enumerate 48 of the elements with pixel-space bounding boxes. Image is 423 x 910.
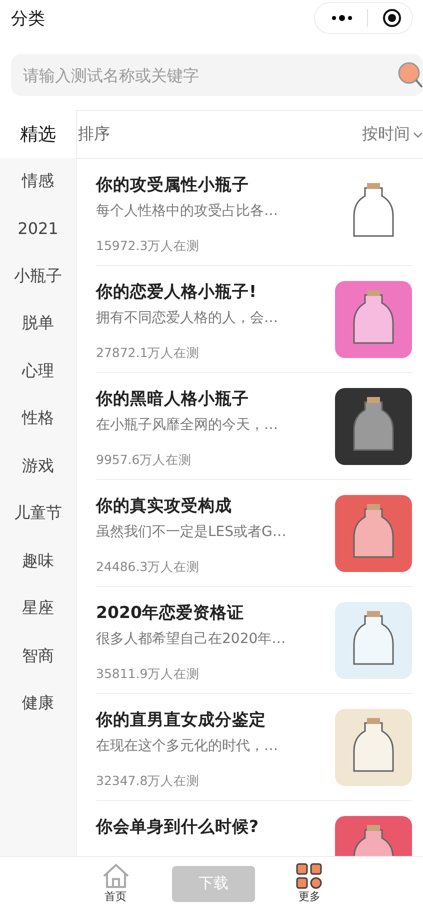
close-target-icon[interactable] — [382, 8, 402, 28]
home-tab[interactable]: 首页 — [100, 863, 131, 904]
test-title: 你会单身到什么时候? — [96, 816, 259, 838]
participant-count: 15972.3万人在测 — [96, 238, 201, 255]
test-card[interactable]: 你的真实攻受构成 虽然我们不一定是LES或者G… 24486.3万人在测 — [96, 480, 412, 587]
category-tab[interactable]: 星座 — [0, 585, 76, 632]
chevron-down-icon — [413, 130, 423, 138]
test-title: 你的恋爱人格小瓶子! — [96, 281, 258, 303]
test-description: 在现在这个多元化的时代，… — [96, 737, 278, 755]
category-tab[interactable]: 健康 — [0, 680, 76, 728]
test-description: 每个人性格中的攻受占比各… — [96, 202, 278, 220]
search-icon[interactable] — [397, 61, 423, 89]
test-title: 你的攻受属性小瓶子 — [96, 174, 250, 196]
participant-count: 32347.8万人在测 — [96, 773, 201, 790]
test-card[interactable]: 2020年恋爱资格证 很多人都希望自己在2020年… 35811.9万人在测 — [96, 587, 412, 694]
category-tab[interactable]: 心理 — [0, 348, 76, 395]
more-icon[interactable] — [331, 14, 353, 22]
participant-count: 35811.9万人在测 — [96, 666, 201, 683]
category-tab[interactable]: 儿童节 — [0, 490, 76, 538]
category-tab[interactable]: 趣味 — [0, 538, 76, 585]
category-tab[interactable]: 智商 — [0, 632, 76, 680]
test-description: 在小瓶子风靡全网的今天，… — [96, 416, 278, 434]
test-description: 虽然我们不一定是LES或者G… — [96, 523, 286, 541]
test-title: 你的直男直女成分鉴定 — [96, 709, 267, 731]
test-title: 你的真实攻受构成 — [96, 495, 233, 517]
page-title: 分类 — [11, 8, 45, 30]
participant-count: 27872.1万人在测 — [96, 345, 201, 362]
sort-label: 排序 — [78, 124, 110, 145]
category-tab[interactable]: 游戏 — [0, 442, 76, 490]
sort-order-dropdown[interactable]: 按时间 — [362, 124, 423, 145]
search-field[interactable]: 请输入测试名称或关键字 — [11, 54, 423, 96]
test-title: 2020年恋爱资格证 — [96, 602, 245, 624]
test-card[interactable]: 你的恋爱人格小瓶子! 拥有不同恋爱人格的人，会… 27872.1万人在测 — [96, 266, 412, 373]
test-card[interactable]: 你的直男直女成分鉴定 在现在这个多元化的时代，… 32347.8万人在测 — [96, 694, 412, 801]
category-tab[interactable]: 情感 — [0, 158, 76, 205]
test-card[interactable]: 你的黑暗人格小瓶子 在小瓶子风靡全网的今天，… 9957.6万人在测 — [96, 373, 412, 480]
participant-count: 24486.3万人在测 — [96, 559, 201, 576]
category-tab[interactable]: 小瓶子 — [0, 252, 76, 300]
more-tab[interactable]: 更多 — [296, 863, 322, 904]
category-tab[interactable]: 性格 — [0, 395, 76, 442]
category-tab[interactable]: 脱单 — [0, 300, 76, 348]
category-tab[interactable]: 精选 — [0, 110, 76, 158]
test-description: 很多人都希望自己在2020年… — [96, 630, 286, 648]
test-title: 你的黑暗人格小瓶子 — [96, 388, 250, 410]
participant-count: 9957.6万人在测 — [96, 452, 193, 469]
category-tab[interactable]: 2021 — [0, 205, 76, 252]
test-description: 拥有不同恋爱人格的人，会… — [96, 309, 278, 327]
test-card[interactable]: 你的攻受属性小瓶子 每个人性格中的攻受占比各… 15972.3万人在测 — [96, 159, 412, 266]
